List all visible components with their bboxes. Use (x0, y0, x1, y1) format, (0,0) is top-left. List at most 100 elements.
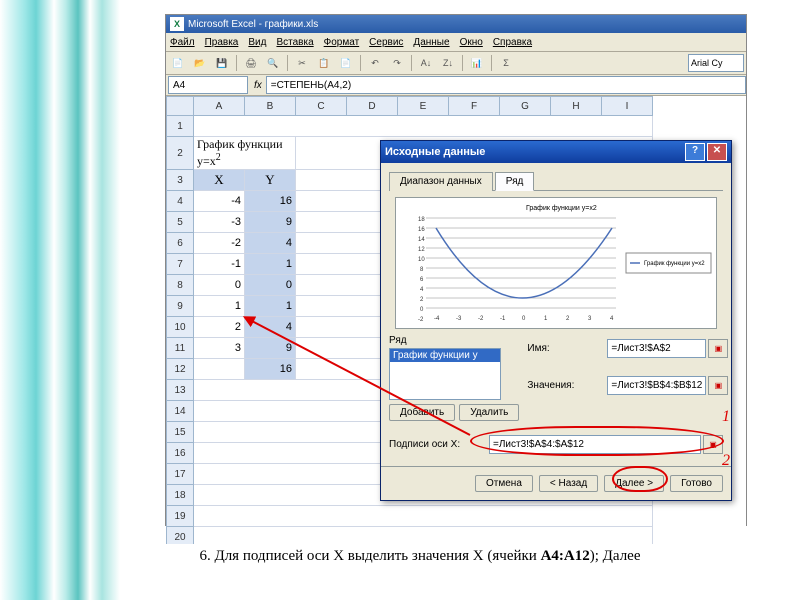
menu-edit[interactable]: Правка (205, 37, 239, 48)
row-header[interactable]: 2 (167, 137, 194, 170)
tab-series[interactable]: Ряд (495, 172, 535, 191)
row-header[interactable]: 4 (167, 191, 194, 212)
dialog-titlebar[interactable]: Исходные данные ? ✕ (381, 141, 731, 163)
sort-desc-icon[interactable]: Z↓ (438, 53, 458, 73)
cell-header-y[interactable]: Y (245, 170, 296, 191)
cell-header-x[interactable]: X (194, 170, 245, 191)
chart-preview: График функции y=x2 181614 12108 642 0-2… (395, 197, 717, 329)
delete-series-button[interactable]: Удалить (459, 404, 519, 421)
series-listbox[interactable]: График функции y (389, 348, 501, 400)
formula-input[interactable]: =СТЕПЕНЬ(A4,2) (266, 76, 746, 94)
cell-title[interactable]: График функции y=x2 (194, 137, 296, 170)
row-header[interactable]: 13 (167, 380, 194, 401)
menu-insert[interactable]: Вставка (276, 37, 313, 48)
row-header[interactable]: 16 (167, 443, 194, 464)
name-box[interactable]: A4 (168, 76, 248, 94)
col-header[interactable]: B (245, 97, 296, 116)
row-header[interactable]: 7 (167, 254, 194, 275)
cell-x[interactable]: -2 (194, 233, 245, 254)
help-button[interactable]: ? (685, 143, 705, 161)
back-button[interactable]: < Назад (539, 475, 598, 492)
col-header[interactable]: F (449, 97, 500, 116)
menu-data[interactable]: Данные (413, 37, 449, 48)
row-header[interactable]: 11 (167, 338, 194, 359)
values-input[interactable]: =Лист3!$B$4:$B$12 (607, 376, 706, 395)
cell-x[interactable]: 1 (194, 296, 245, 317)
row-header[interactable]: 19 (167, 506, 194, 527)
redo-icon[interactable]: ↷ (387, 53, 407, 73)
row-header[interactable]: 10 (167, 317, 194, 338)
fx-icon[interactable]: fx (254, 80, 262, 91)
cell-x[interactable]: -4 (194, 191, 245, 212)
row-header[interactable]: 17 (167, 464, 194, 485)
menu-view[interactable]: Вид (248, 37, 266, 48)
cell-x[interactable]: -1 (194, 254, 245, 275)
menu-format[interactable]: Формат (324, 37, 360, 48)
print-icon[interactable]: 🖨 (241, 53, 261, 73)
ref-button-icon[interactable]: ▣ (708, 339, 728, 358)
paste-icon[interactable]: 📄 (336, 53, 356, 73)
row-header[interactable]: 8 (167, 275, 194, 296)
row-header[interactable]: 3 (167, 170, 194, 191)
menubar[interactable]: Файл Правка Вид Вставка Формат Сервис Да… (166, 33, 746, 52)
cell-y[interactable]: 1 (245, 254, 296, 275)
col-header[interactable]: E (398, 97, 449, 116)
open-icon[interactable]: 📂 (190, 53, 210, 73)
cell-y[interactable]: 16 (245, 359, 296, 380)
menu-help[interactable]: Справка (493, 37, 532, 48)
name-input[interactable]: =Лист3!$A$2 (607, 339, 706, 358)
copy-icon[interactable]: 📋 (314, 53, 334, 73)
cell-y[interactable]: 0 (245, 275, 296, 296)
menu-window[interactable]: Окно (460, 37, 483, 48)
annotation-circle-1 (470, 426, 724, 456)
col-header[interactable]: C (296, 97, 347, 116)
cell-x[interactable] (194, 359, 245, 380)
ref-button-icon[interactable]: ▣ (708, 376, 728, 395)
cell-y[interactable]: 1 (245, 296, 296, 317)
row-header[interactable]: 5 (167, 212, 194, 233)
cell-y[interactable]: 16 (245, 191, 296, 212)
chart-icon[interactable]: 📊 (467, 53, 487, 73)
cell-y[interactable]: 4 (245, 233, 296, 254)
sort-asc-icon[interactable]: A↓ (416, 53, 436, 73)
col-header[interactable]: G (500, 97, 551, 116)
row-header[interactable]: 12 (167, 359, 194, 380)
cell-x[interactable]: 2 (194, 317, 245, 338)
undo-icon[interactable]: ↶ (365, 53, 385, 73)
col-header[interactable]: D (347, 97, 398, 116)
preview-icon[interactable]: 🔍 (263, 53, 283, 73)
select-all-corner[interactable] (167, 97, 194, 116)
new-icon[interactable]: 📄 (168, 53, 188, 73)
menu-tools[interactable]: Сервис (369, 37, 403, 48)
cut-icon[interactable]: ✂ (292, 53, 312, 73)
row-header[interactable]: 6 (167, 233, 194, 254)
excel-icon: X (170, 17, 184, 31)
cell-x[interactable]: 0 (194, 275, 245, 296)
col-header[interactable]: I (602, 97, 653, 116)
add-series-button[interactable]: Добавить (389, 404, 455, 421)
cell-y[interactable]: 9 (245, 212, 296, 233)
col-header[interactable]: A (194, 97, 245, 116)
tab-data-range[interactable]: Диапазон данных (389, 172, 493, 191)
menu-file[interactable]: Файл (170, 37, 195, 48)
cell-y[interactable]: 4 (245, 317, 296, 338)
row-header[interactable]: 20 (167, 527, 194, 545)
cell-x[interactable]: 3 (194, 338, 245, 359)
sum-icon[interactable]: Σ (496, 53, 516, 73)
row-header[interactable]: 14 (167, 401, 194, 422)
save-icon[interactable]: 💾 (212, 53, 232, 73)
row-header[interactable]: 15 (167, 422, 194, 443)
cancel-button[interactable]: Отмена (475, 475, 533, 492)
row-header[interactable]: 1 (167, 116, 194, 137)
finish-button[interactable]: Готово (670, 475, 723, 492)
cell-x[interactable]: -3 (194, 212, 245, 233)
row-header[interactable]: 9 (167, 296, 194, 317)
font-selector[interactable]: Arial Cy (688, 54, 744, 72)
col-header[interactable]: H (551, 97, 602, 116)
separator (360, 55, 361, 71)
legend-item: График функции y=x2 (644, 261, 705, 267)
close-button[interactable]: ✕ (707, 143, 727, 161)
row-header[interactable]: 18 (167, 485, 194, 506)
series-item[interactable]: График функции y (390, 349, 500, 362)
cell-y[interactable]: 9 (245, 338, 296, 359)
